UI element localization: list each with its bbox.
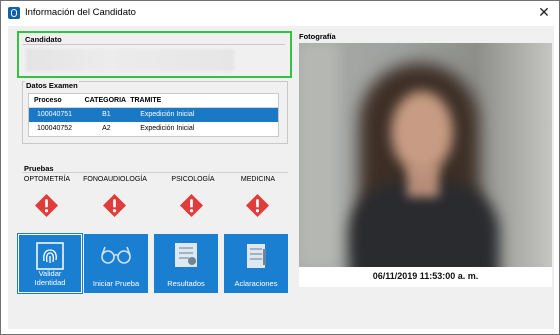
photo-label: Fotografía [299,32,336,41]
tests-divider [22,172,288,173]
cell-categoria: B1 [102,111,111,118]
exam-table: Proceso CATEGORIA TRAMITE 100040751 B1 E… [28,93,279,137]
cell-proceso: 100040752 [37,125,73,132]
photo-timestamp: 06/11/2019 11:53:00 a. m. [372,271,479,281]
window-title: Información del Candidato [25,7,136,18]
column-header-proceso[interactable]: Proceso [29,94,83,107]
warning-diamond-icon [179,193,204,218]
cell-categoria: A2 [102,125,111,132]
table-row[interactable]: 100040752 A2 Expedición Inicial [29,122,278,136]
notes-icon [247,244,266,268]
candidate-info-window: Información del Candidato ✕ Candidato Da… [0,0,560,335]
cell-tramite: Expedición Inicial [140,111,195,118]
warning-diamond-icon [245,193,270,218]
candidate-group: Candidato [17,31,292,78]
validate-identity-label-line1: Validar [38,269,62,278]
table-row[interactable]: 100040751 B1 Expedición Inicial [29,108,278,122]
validate-identity-button[interactable]: Validar Identidad [17,233,83,294]
candidate-photo [299,43,552,267]
cell-proceso: 100040751 [37,111,73,118]
title-bar[interactable]: Información del Candidato ✕ [1,1,559,25]
exam-data-label: Datos Examen [25,81,79,90]
candidate-divider [23,44,285,45]
results-label: Resultados [167,279,205,288]
dialog-content: Candidato Datos Examen Proceso CATEGORIA… [8,26,554,329]
results-button[interactable]: Resultados [154,234,218,293]
glasses-icon [101,246,131,264]
exam-table-header: Proceso CATEGORIA TRAMITE [29,94,278,108]
clarifications-label: Aclaraciones [234,279,278,288]
column-header-categoria[interactable]: CATEGORIA [83,94,131,107]
test-name-optometria: OPTOMETRÍA [23,176,71,183]
start-test-button[interactable]: Iniciar Prueba [84,234,148,293]
candidate-label: Candidato [25,35,62,44]
test-name-fonoaudiologia: FONOAUDIOLOGÍA [83,176,147,183]
results-document-icon [175,243,197,267]
validate-identity-label-line2: Identidad [34,278,66,287]
app-icon [8,7,20,19]
clarifications-button[interactable]: Aclaraciones [224,234,288,293]
warning-diamond-icon [34,193,59,218]
start-test-label: Iniciar Prueba [92,279,140,288]
test-name-medicina: MEDICINA [240,176,276,183]
warning-diamond-icon [102,193,127,218]
close-button[interactable]: ✕ [535,4,553,22]
column-header-tramite[interactable]: TRAMITE [130,94,278,107]
fingerprint-icon [36,242,64,270]
test-name-psicologia: PSICOLOGÍA [171,176,215,183]
cell-tramite: Expedición Inicial [140,125,195,132]
candidate-name-field [26,49,234,71]
photo-footer: 06/11/2019 11:53:00 a. m. [299,267,552,287]
